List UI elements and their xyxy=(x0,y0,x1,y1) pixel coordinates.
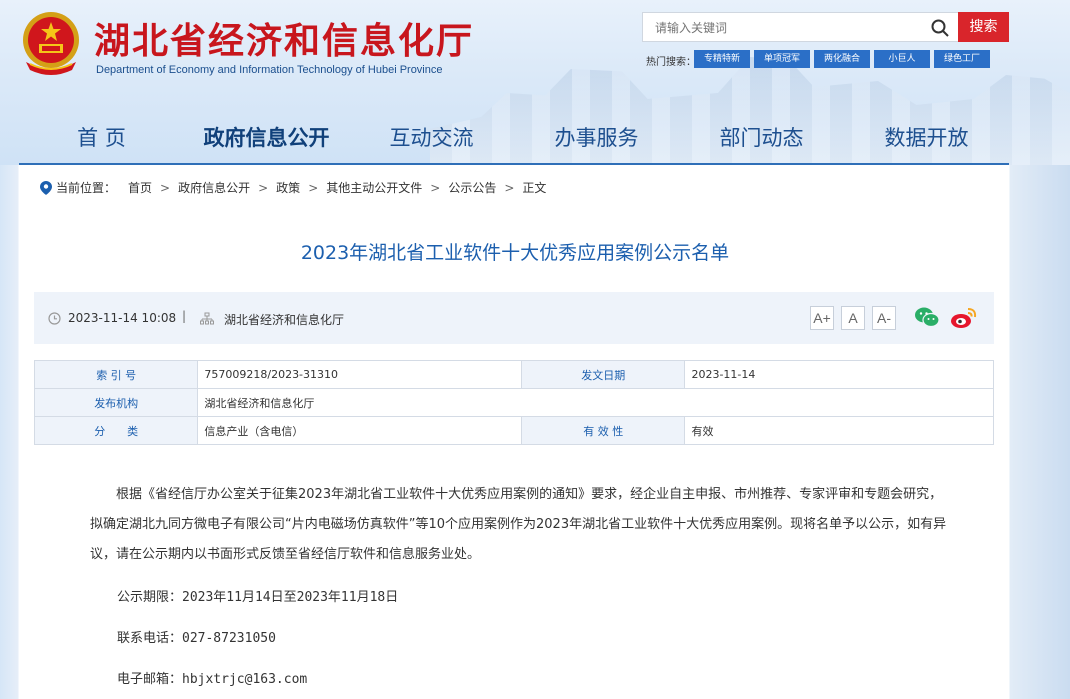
breadcrumb-separator: > xyxy=(308,180,319,195)
nav-item-home[interactable]: 首 页 xyxy=(19,115,184,163)
table-row: 分 类 信息产业（含电信） 有 效 性 有效 xyxy=(33,416,994,445)
main-nav: 首 页 政府信息公开 互动交流 办事服务 部门动态 数据开放 xyxy=(19,115,1009,165)
location-pin-icon xyxy=(40,180,52,195)
category-label: 分 类 xyxy=(33,416,199,445)
hot-tag[interactable]: 专精特新 xyxy=(694,50,750,68)
hot-tag[interactable]: 两化融合 xyxy=(814,50,870,68)
hot-search-label: 热门搜索： xyxy=(646,57,696,68)
hot-tag[interactable]: 单项冠军 xyxy=(754,50,810,68)
search-button[interactable]: 搜索 xyxy=(958,12,1009,42)
publisher-value: 湖北省经济和信息化厅 xyxy=(197,388,994,417)
wechat-share-icon[interactable] xyxy=(914,306,940,328)
publish-date: 2023-11-14 10:08 xyxy=(68,311,177,325)
index-number-value: 757009218/2023-31310 xyxy=(197,360,523,389)
breadcrumb: 当前位置： 首页 > 政府信息公开 > 政策 > 其他主动公开文件 > 公示公告… xyxy=(40,179,546,196)
hot-tag[interactable]: 绿色工厂 xyxy=(934,50,990,68)
document-info-table: 索 引 号 757009218/2023-31310 发文日期 2023-11-… xyxy=(33,360,994,445)
validity-value: 有效 xyxy=(684,416,994,445)
site-title: 湖北省经济和信息化厅 xyxy=(94,21,475,62)
breadcrumb-label: 当前位置： xyxy=(56,181,117,195)
table-row: 索 引 号 757009218/2023-31310 发文日期 2023-11-… xyxy=(33,360,994,389)
nav-item-services[interactable]: 办事服务 xyxy=(514,115,679,163)
breadcrumb-separator: > xyxy=(258,180,269,195)
font-size-decrease-button[interactable]: A- xyxy=(872,306,896,330)
breadcrumb-item[interactable]: 其他主动公开文件 xyxy=(326,179,422,196)
contact-email: 电子邮箱：hbjxtrjc@163.com xyxy=(117,672,308,687)
weibo-share-icon[interactable] xyxy=(950,306,978,330)
hot-search-tags: 专精特新 单项冠军 两化融合 小巨人 绿色工厂 xyxy=(694,50,990,68)
breadcrumb-separator: > xyxy=(504,180,515,195)
validity-label: 有 效 性 xyxy=(521,416,686,445)
category-value: 信息产业（含电信） xyxy=(197,416,523,445)
article-meta-bar: 2023-11-14 10:08 | 湖北省经济和信息化厅 A+ A A- xyxy=(34,292,994,344)
nav-item-open-data[interactable]: 数据开放 xyxy=(844,115,1009,163)
publisher-label: 发布机构 xyxy=(33,388,199,417)
breadcrumb-item[interactable]: 公示公告 xyxy=(448,179,496,196)
issue-date-value: 2023-11-14 xyxy=(684,360,994,389)
font-size-default-button[interactable]: A xyxy=(841,306,865,330)
publicity-period: 公示期限：2023年11月14日至2023年11月18日 xyxy=(117,590,399,605)
font-size-increase-button[interactable]: A+ xyxy=(810,306,834,330)
nav-item-interaction[interactable]: 互动交流 xyxy=(349,115,514,163)
index-number-label: 索 引 号 xyxy=(33,360,199,389)
search-input[interactable] xyxy=(655,19,915,37)
breadcrumb-separator: > xyxy=(160,180,171,195)
article-title: 2023年湖北省工业软件十大优秀应用案例公示名单 xyxy=(300,242,730,264)
hot-tag[interactable]: 小巨人 xyxy=(874,50,930,68)
contact-phone: 联系电话：027-87231050 xyxy=(117,631,276,646)
clock-icon xyxy=(48,312,61,325)
article-body-paragraph: 根据《省经信厅办公室关于征集2023年湖北省工业软件十大优秀应用案例的通知》要求… xyxy=(90,487,947,562)
nav-item-gov-info[interactable]: 政府信息公开 xyxy=(184,115,349,163)
breadcrumb-separator: > xyxy=(430,180,441,195)
issue-date-label: 发文日期 xyxy=(521,360,686,389)
search-icon[interactable] xyxy=(930,18,950,38)
national-emblem-icon xyxy=(23,12,79,75)
breadcrumb-item[interactable]: 政策 xyxy=(276,179,300,196)
meta-separator: | xyxy=(182,309,187,323)
breadcrumb-current: 正文 xyxy=(522,181,547,195)
site-subtitle: Department of Economy and Information Te… xyxy=(96,64,443,76)
search-box xyxy=(642,12,958,42)
breadcrumb-item[interactable]: 首页 xyxy=(128,179,152,196)
organization-icon xyxy=(200,312,214,325)
nav-item-news[interactable]: 部门动态 xyxy=(679,115,844,163)
table-row: 发布机构 湖北省经济和信息化厅 xyxy=(33,388,994,417)
breadcrumb-item[interactable]: 政府信息公开 xyxy=(178,179,250,196)
publish-source: 湖北省经济和信息化厅 xyxy=(224,313,345,327)
